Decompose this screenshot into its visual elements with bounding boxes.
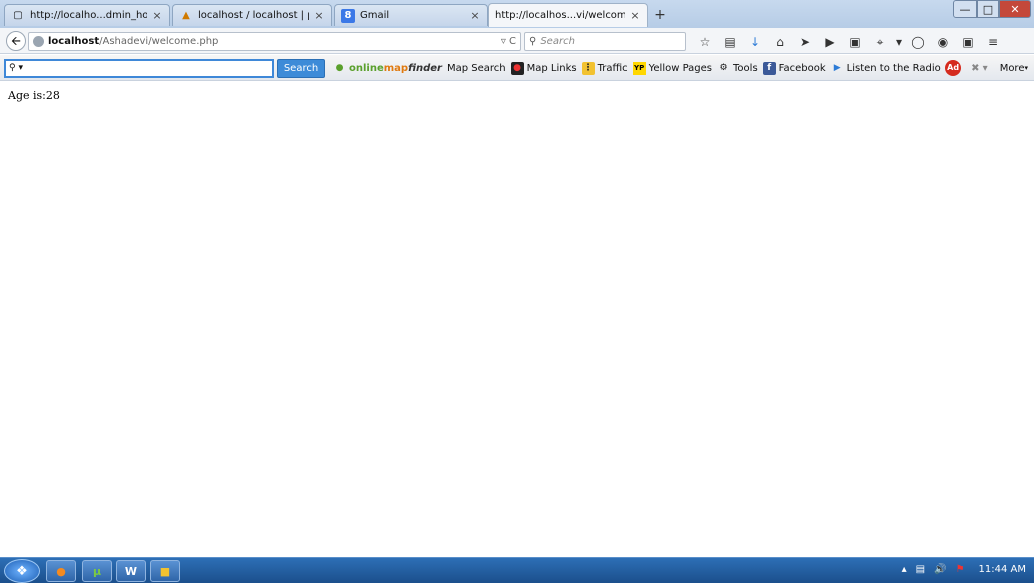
clock[interactable]: 11:44 AM <box>979 564 1026 575</box>
link-map-links[interactable]: ● Map Links <box>510 62 577 75</box>
taskbar-explorer[interactable]: ■ <box>150 560 180 582</box>
tab-title: http://localhos...vi/welcome.php <box>495 10 625 21</box>
tab-admin-home[interactable]: ▢ http://localho...dmin_home.php × <box>4 4 170 26</box>
search-toolbar: ⚲ ▾ Search ● online map finder Map Search … <box>0 55 1034 81</box>
link-label: Traffic <box>597 63 628 74</box>
link-label: Map Links <box>526 63 577 74</box>
send-icon[interactable]: ➤ <box>794 35 816 49</box>
taskbar-word[interactable]: W <box>116 560 146 582</box>
word-icon: W <box>124 564 138 578</box>
toolbar-search-button[interactable]: Search <box>277 59 325 78</box>
navigation-toolbar: 🡨 localhost/Ashadevi/welcome.php ▿ C ⚲ S… <box>0 28 1034 54</box>
link-label: Tools <box>733 63 758 74</box>
logo-text-2: map <box>383 63 409 74</box>
map-pin-icon: ● <box>510 62 524 75</box>
adobe-icon[interactable]: Ad <box>945 60 962 76</box>
taskbar: ❖ ● μ W ■ ▴ ▤ 🔊 ⚑ 11:44 AM <box>0 557 1034 583</box>
link-map-search[interactable]: Map Search <box>447 63 506 74</box>
new-tab-button[interactable]: + <box>651 6 669 24</box>
menu-icon[interactable]: ≡ <box>982 35 1004 49</box>
youtube-icon[interactable]: ▶ <box>819 35 841 49</box>
tray-chevron-icon[interactable]: ▴ <box>902 564 907 575</box>
tab-title: Gmail <box>360 10 390 21</box>
nav-icon-group: ☆ ▤ ↓ ⌂ ➤ ▶ ▣ ⌖ ▾ ◯ ◉ ▣ ≡ <box>694 32 1007 52</box>
url-path: /Ashadevi/welcome.php <box>99 36 219 47</box>
download-icon[interactable]: ↓ <box>744 35 766 49</box>
flag-icon[interactable]: ⚑ <box>956 564 965 575</box>
reload-icon[interactable]: ▿ C <box>501 36 516 47</box>
link-label: Listen to the Radio <box>846 63 941 74</box>
toolbar-search-input[interactable]: ⚲ ▾ <box>4 59 274 78</box>
system-tray: ▴ ▤ 🔊 ⚑ 11:44 AM <box>893 564 1026 575</box>
chat-icon[interactable]: ◉ <box>932 35 954 49</box>
more-button[interactable]: More <box>1000 63 1025 74</box>
start-button[interactable]: ❖ <box>4 559 40 583</box>
search-placeholder: Search <box>540 36 575 47</box>
taskbar-utorrent[interactable]: μ <box>82 560 112 582</box>
close-window-button[interactable]: ✕ <box>999 0 1031 18</box>
age-text: Age is:28 <box>8 89 60 102</box>
save-icon[interactable]: ▣ <box>957 35 979 49</box>
link-label: Facebook <box>778 63 826 74</box>
globe-icon: ● <box>335 63 344 73</box>
minimize-button[interactable]: — <box>953 0 977 18</box>
link-facebook[interactable]: f Facebook <box>762 62 826 75</box>
reading-list-icon[interactable]: ▤ <box>719 35 741 49</box>
bookmark-star-icon[interactable]: ☆ <box>694 35 716 49</box>
tab-welcome[interactable]: http://localhos...vi/welcome.php × <box>488 3 648 27</box>
link-tools[interactable]: ⚙ Tools <box>717 62 758 75</box>
gear-icon: ⚙ <box>719 63 728 73</box>
link-label: Yellow Pages <box>648 63 713 74</box>
chevron-down-icon[interactable]: ▾ <box>894 35 904 49</box>
crop-icon[interactable]: ⌖ <box>869 35 891 50</box>
tab-title: localhost / localhost | php... <box>198 10 309 21</box>
taskbar-firefox[interactable]: ● <box>46 560 76 582</box>
play-icon: ▶ <box>833 63 841 73</box>
folder-icon: ■ <box>159 564 171 578</box>
close-icon[interactable]: × <box>151 9 163 22</box>
logo-text-3: finder <box>408 63 442 74</box>
history-icon[interactable]: ◯ <box>907 35 929 49</box>
close-icon[interactable]: × <box>469 9 481 22</box>
close-icon[interactable]: × <box>629 9 641 22</box>
tools-icon[interactable]: ✖ ▾ <box>971 63 988 74</box>
link-radio[interactable]: ▶ Listen to the Radio <box>831 62 941 75</box>
link-traffic[interactable]: ⋮ Traffic <box>581 62 628 75</box>
network-icon[interactable]: ▤ <box>916 564 925 575</box>
close-icon[interactable]: × <box>313 9 325 22</box>
toolbar-links: ● online map finder Map Search ● Map Links… <box>333 59 946 78</box>
tab-strip: ▢ http://localho...dmin_home.php × ▲ loc… <box>0 0 1034 28</box>
logo-text-1: online <box>349 63 384 74</box>
google-icon: 8 <box>341 8 355 23</box>
yp-icon: YP <box>632 62 646 75</box>
maximize-button[interactable]: □ <box>977 0 999 18</box>
toolbar-right: Ad ✖ ▾ More ▾ <box>945 60 1028 76</box>
utorrent-icon: μ <box>92 564 102 578</box>
onlinemapfinder-logo[interactable]: ● online map finder <box>333 62 442 75</box>
phpmyadmin-icon: ▲ <box>182 10 190 21</box>
facebook-icon: f <box>762 62 776 75</box>
traffic-light-icon: ⋮ <box>581 62 595 75</box>
url-bar[interactable]: localhost/Ashadevi/welcome.php ▿ C <box>28 32 521 51</box>
tab-title: http://localho...dmin_home.php <box>30 10 147 21</box>
search-input[interactable]: ⚲ Search <box>524 32 686 51</box>
url-host: localhost <box>48 36 100 47</box>
search-icon: ⚲ <box>529 36 537 47</box>
back-button[interactable]: 🡨 <box>6 31 26 51</box>
search-icon: ⚲ ▾ <box>9 63 23 73</box>
home-icon[interactable]: ⌂ <box>769 35 791 49</box>
globe-icon <box>33 36 44 47</box>
tab-gmail[interactable]: 8 Gmail × <box>334 4 488 26</box>
chevron-down-icon: ▾ <box>1024 64 1028 72</box>
link-yellow-pages[interactable]: YP Yellow Pages <box>632 62 713 75</box>
download-box-icon[interactable]: ▣ <box>844 35 866 49</box>
volume-icon[interactable]: 🔊 <box>934 564 946 575</box>
tab-phpmyadmin[interactable]: ▲ localhost / localhost | php... × <box>172 4 332 26</box>
blank-page-icon: ▢ <box>13 10 23 21</box>
firefox-icon: ● <box>56 564 66 578</box>
